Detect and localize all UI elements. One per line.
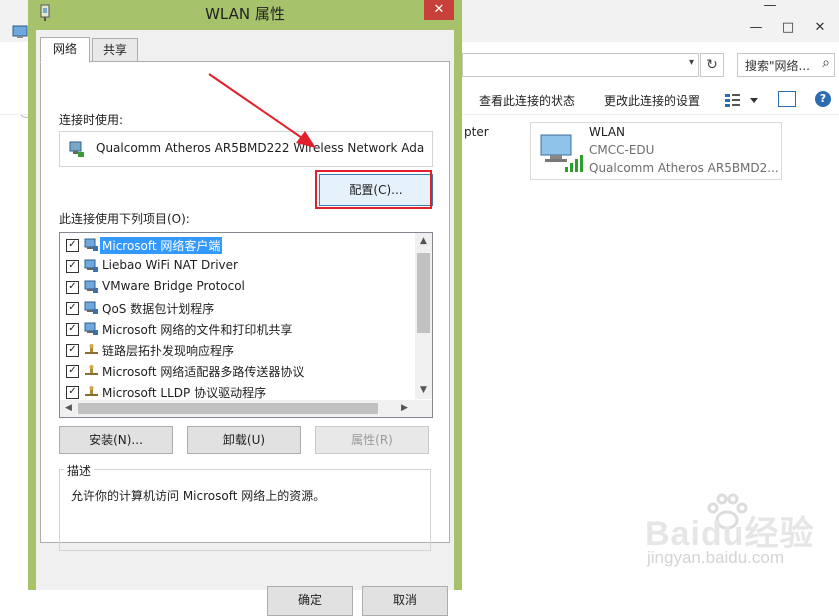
- close-button[interactable]: ✕: [424, 0, 454, 20]
- search-placeholder: 搜索"网络...: [745, 59, 810, 73]
- view-status-button[interactable]: 查看此连接的状态: [479, 92, 575, 109]
- checkbox[interactable]: ✓: [66, 365, 79, 378]
- wlan-adapter: Qualcomm Atheros AR5BMD2...: [589, 161, 779, 175]
- tab-share[interactable]: 共享: [92, 38, 138, 62]
- connect-using-label: 连接时使用:: [59, 113, 124, 127]
- close-icon[interactable]: ✕: [806, 18, 834, 38]
- view-options-button[interactable]: [724, 91, 764, 109]
- cancel-button[interactable]: 取消: [362, 586, 448, 616]
- scroll-right-icon[interactable]: ▶: [396, 400, 413, 417]
- list-item[interactable]: ✓ Microsoft 网络适配器多路传送器协议: [64, 361, 409, 381]
- network-client-icon: [84, 301, 98, 314]
- chevron-down-icon[interactable]: ▾: [689, 57, 694, 68]
- dialog-titlebar[interactable]: WLAN 属性 ✕: [28, 0, 462, 26]
- wlan-network: CMCC-EDU: [589, 143, 655, 157]
- highlight-box: [315, 170, 432, 209]
- address-bar[interactable]: ▾: [462, 53, 699, 77]
- network-adapter-icon: [69, 141, 84, 157]
- properties-button[interactable]: 属性(R): [315, 426, 429, 454]
- list-item[interactable]: ✓ Microsoft 网络的文件和打印机共享: [64, 319, 409, 339]
- watermark-url: jingyan.baidu.com: [647, 548, 785, 567]
- uninstall-button[interactable]: 卸载(U): [187, 426, 301, 454]
- list-item[interactable]: ✓ VMware Bridge Protocol: [64, 277, 409, 297]
- scroll-up-icon[interactable]: ▲: [415, 233, 432, 250]
- list-item[interactable]: ✓ Microsoft LLDP 协议驱动程序: [64, 382, 409, 402]
- minimize-icon[interactable]: —: [756, 0, 784, 16]
- checkbox[interactable]: ✓: [66, 260, 79, 273]
- item-label: Microsoft 网络适配器多路传送器协议: [102, 365, 305, 379]
- adapter-name: Qualcomm Atheros AR5BMD222 Wireless Netw…: [96, 141, 425, 155]
- dialog-body: 网络 共享 连接时使用: Qualcomm Atheros AR5BMD222 …: [36, 30, 454, 616]
- list-item[interactable]: ✓ Liebao WiFi NAT Driver: [64, 256, 409, 276]
- scroll-down-icon[interactable]: ▼: [415, 382, 432, 399]
- item-label: Microsoft 网络客户端: [100, 237, 223, 254]
- network-folder-icon: [12, 25, 28, 38]
- network-client-icon: [84, 280, 98, 293]
- checkbox[interactable]: ✓: [66, 239, 79, 252]
- item-label: Microsoft 网络的文件和打印机共享: [102, 323, 293, 337]
- checkbox[interactable]: ✓: [66, 302, 79, 315]
- network-client-icon: [84, 259, 98, 272]
- search-input[interactable]: 搜索"网络... ⌕: [737, 53, 835, 77]
- view-options-icon: [725, 94, 758, 107]
- dialog-title: WLAN 属性: [205, 5, 285, 23]
- vertical-scrollbar[interactable]: ▲ ▼: [415, 233, 432, 399]
- checkbox[interactable]: ✓: [66, 323, 79, 336]
- item-label: QoS 数据包计划程序: [102, 302, 215, 316]
- item-label: VMware Bridge Protocol: [102, 279, 245, 293]
- item-label: 链路层拓扑发现响应程序: [102, 344, 235, 358]
- adapter-display: Qualcomm Atheros AR5BMD222 Wireless Netw…: [59, 131, 433, 167]
- item-label: Microsoft LLDP 协议驱动程序: [102, 386, 267, 400]
- minimize-icon-2[interactable]: —: [742, 18, 770, 38]
- checkbox[interactable]: ✓: [66, 344, 79, 357]
- description-title: 描述: [64, 462, 95, 479]
- wlan-properties-dialog: WLAN 属性 ✕ 网络 共享 连接时使用: Qualcomm Atheros …: [28, 0, 462, 616]
- scroll-thumb[interactable]: [417, 253, 430, 333]
- components-list[interactable]: ✓ Microsoft 网络客户端 ✓ Liebao WiFi NAT Driv…: [59, 232, 433, 418]
- partial-adapter-text: pter: [464, 125, 489, 139]
- items-label: 此连接使用下列项目(O):: [59, 212, 190, 226]
- install-button[interactable]: 安装(N)...: [59, 426, 173, 454]
- protocol-icon: [85, 386, 98, 396]
- maximize-icon[interactable]: □: [774, 18, 802, 38]
- tab-network[interactable]: 网络: [40, 37, 90, 63]
- horizontal-scrollbar[interactable]: ◀ ▶: [60, 400, 432, 417]
- ok-button[interactable]: 确定: [267, 586, 353, 616]
- network-tab-panel: 连接时使用: Qualcomm Atheros AR5BMD222 Wirele…: [40, 61, 450, 551]
- preview-pane-icon[interactable]: [778, 91, 796, 107]
- checkbox[interactable]: ✓: [66, 281, 79, 294]
- scroll-left-icon[interactable]: ◀: [60, 400, 77, 417]
- list-item[interactable]: ✓ 链路层拓扑发现响应程序: [64, 340, 409, 360]
- protocol-icon: [85, 365, 98, 375]
- list-item[interactable]: ✓ Microsoft 网络客户端: [64, 235, 409, 255]
- description-text: 允许你的计算机访问 Microsoft 网络上的资源。: [71, 489, 326, 503]
- network-client-icon: [84, 322, 98, 335]
- wlan-name: WLAN: [589, 125, 626, 139]
- checkbox[interactable]: ✓: [66, 386, 79, 399]
- scroll-thumb[interactable]: [78, 403, 378, 414]
- list-item[interactable]: ✓ QoS 数据包计划程序: [64, 298, 409, 318]
- description-group: [59, 469, 431, 551]
- protocol-icon: [85, 344, 98, 354]
- change-settings-button[interactable]: 更改此连接的设置: [604, 92, 700, 109]
- item-label: Liebao WiFi NAT Driver: [102, 258, 238, 272]
- help-icon[interactable]: ?: [815, 91, 831, 107]
- baidu-watermark: Baidu经验 jingyan.baidu.com: [645, 492, 835, 572]
- network-client-icon: [84, 238, 98, 251]
- refresh-icon[interactable]: ↻: [700, 53, 724, 77]
- wireless-signal-icon: [540, 134, 583, 172]
- search-icon[interactable]: ⌕: [822, 55, 830, 71]
- wlan-connection-tile[interactable]: WLAN CMCC-EDU Qualcomm Atheros AR5BMD2..…: [530, 122, 782, 180]
